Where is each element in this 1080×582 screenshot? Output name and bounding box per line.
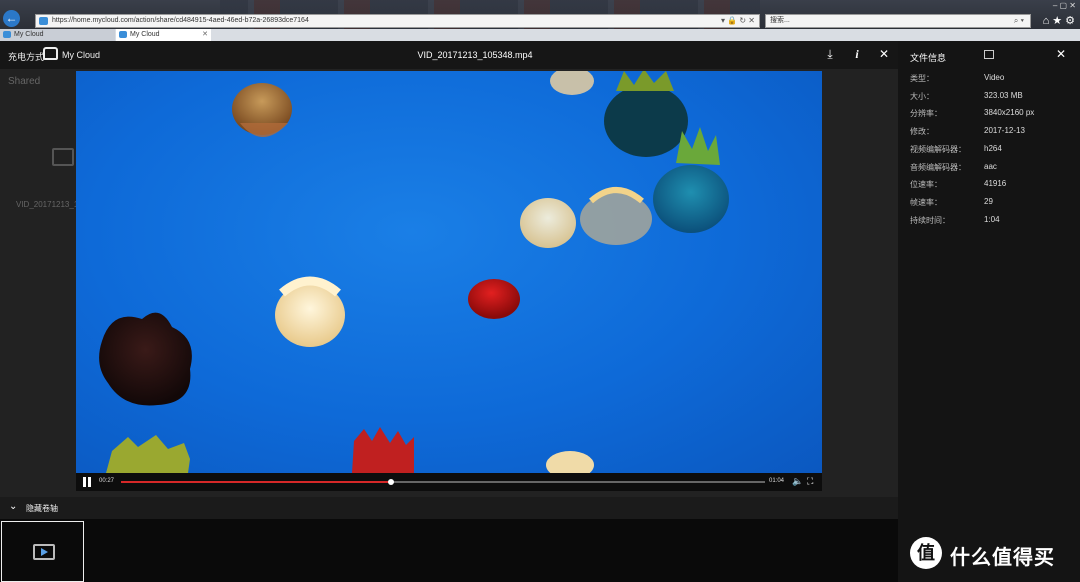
cloud-icon	[3, 31, 11, 38]
info-row-value: Video	[984, 73, 1005, 82]
info-row-value: 41916	[984, 179, 1007, 189]
browser-toolbar: – ▢ ✕ ← https://home.mycloud.com/action/…	[0, 0, 1080, 29]
info-row-label: 分辨率：	[910, 109, 942, 119]
info-row-label: 类型：	[910, 74, 934, 83]
gear-icon[interactable]: ⚙	[1065, 15, 1078, 27]
tab-mycloud-1[interactable]: My Cloud	[0, 29, 115, 41]
info-panel-title: 文件信息	[910, 53, 947, 63]
info-row-label: 视频编解码器：	[910, 144, 966, 154]
info-icon[interactable]: i	[850, 47, 864, 61]
info-row: 音频编解码器： aac	[910, 162, 997, 173]
site-icon	[39, 17, 48, 25]
info-row-label: 帧速率：	[910, 197, 942, 207]
info-close-icon[interactable]: ✕	[1056, 47, 1066, 61]
watermark-text: 什么值得买	[950, 547, 1055, 569]
shared-section-label: Shared	[8, 76, 41, 87]
video-frame-jellyfish	[99, 71, 729, 473]
info-row-value: aac	[984, 161, 997, 171]
player-controls: 00:27 01:04 🔈 ⛶	[76, 473, 822, 491]
back-icon[interactable]: ←	[3, 10, 20, 27]
tab-label: My Cloud	[14, 31, 44, 38]
address-url[interactable]: https://home.mycloud.com/action/share/cd…	[52, 17, 309, 24]
file-preview-icon	[984, 50, 994, 59]
info-row-value: 2017-12-13	[984, 126, 1025, 136]
info-row-label: 持续时间：	[910, 215, 950, 225]
info-row-value: h264	[984, 143, 1002, 153]
fullscreen-icon[interactable]: ⛶	[807, 476, 813, 487]
background-file-name: VID_20171213_1	[16, 200, 79, 209]
info-row: 视频编解码器： h264	[910, 144, 1002, 155]
home-icon[interactable]: ⌂	[1043, 15, 1053, 27]
info-row-label: 修改：	[910, 127, 934, 137]
favorites-star-icon[interactable]: ★	[1052, 15, 1065, 27]
viewer-header: 充电方式 My Cloud VID_20171213_105348.mp4 ⤓ …	[0, 41, 898, 69]
tab-label: My Cloud	[130, 31, 160, 38]
info-row: 位速率： 41916	[910, 179, 1006, 190]
play-icon	[41, 548, 48, 556]
pause-icon[interactable]	[83, 477, 91, 487]
info-row: 分辨率： 3840x2160 px	[910, 108, 1034, 119]
file-title: VID_20171213_105348.mp4	[417, 50, 533, 60]
search-icon[interactable]: ⌕ ▾	[1014, 15, 1024, 27]
close-icon[interactable]: ✕	[877, 47, 891, 61]
chevron-down-icon[interactable]: ⌄	[9, 501, 17, 512]
filmstrip-toggle-label[interactable]: 隐藏卷轴	[26, 503, 58, 514]
brand-prefix: 充电方式	[8, 52, 45, 62]
address-controls[interactable]: ▾ 🔒 ↻ ✕	[721, 15, 755, 27]
info-row-label: 大小：	[910, 91, 934, 101]
filmstrip-thumbnail[interactable]	[1, 521, 84, 582]
window-controls[interactable]: – ▢ ✕	[1053, 1, 1076, 10]
download-icon[interactable]: ⤓	[823, 47, 837, 61]
info-row: 持续时间： 1:04	[910, 215, 1000, 226]
tab-strip: My Cloud My Cloud ✕	[0, 29, 1080, 41]
info-row-label: 音频编解码器：	[910, 162, 966, 172]
address-bar[interactable]: https://home.mycloud.com/action/share/cd…	[35, 14, 760, 28]
info-row-value: 323.03 MB	[984, 90, 1023, 100]
info-row-value: 1:04	[984, 214, 1000, 224]
info-row-value: 29	[984, 196, 993, 206]
info-row: 类型： Video	[910, 73, 1004, 84]
volume-icon[interactable]: 🔈	[792, 476, 803, 487]
tab-close-icon[interactable]: ✕	[202, 29, 208, 41]
mycloud-logo-icon	[43, 47, 58, 60]
info-row: 大小： 323.03 MB	[910, 91, 1023, 102]
filmstrip-header: ⌄ 隐藏卷轴	[0, 497, 898, 519]
seek-bar[interactable]	[121, 479, 765, 485]
info-row-label: 位速率：	[910, 180, 942, 190]
brand-name: My Cloud	[62, 50, 101, 60]
filmstrip	[0, 519, 898, 582]
info-row-value: 3840x2160 px	[984, 108, 1035, 118]
browser-toolbar-icons[interactable]: ⌂★⚙	[1043, 14, 1078, 27]
seek-handle[interactable]	[388, 479, 395, 485]
browser-search-input[interactable]: 搜索... ⌕ ▾	[765, 14, 1031, 28]
cloud-icon	[119, 31, 127, 38]
info-row: 帧速率： 29	[910, 197, 993, 208]
seek-progress	[121, 481, 392, 483]
video-player[interactable]	[76, 71, 822, 473]
duration: 01:04	[769, 478, 785, 484]
file-info-panel: 文件信息 ✕ 类型： Video 大小： 323.03 MB 分辨率： 3840x2160…	[898, 41, 1080, 582]
current-time: 00:27	[99, 478, 115, 484]
watermark-logo: 值	[910, 537, 942, 569]
film-icon	[52, 148, 74, 166]
search-placeholder: 搜索...	[770, 17, 790, 24]
tab-mycloud-2[interactable]: My Cloud ✕	[116, 29, 211, 41]
info-row: 修改： 2017-12-13	[910, 126, 1025, 137]
